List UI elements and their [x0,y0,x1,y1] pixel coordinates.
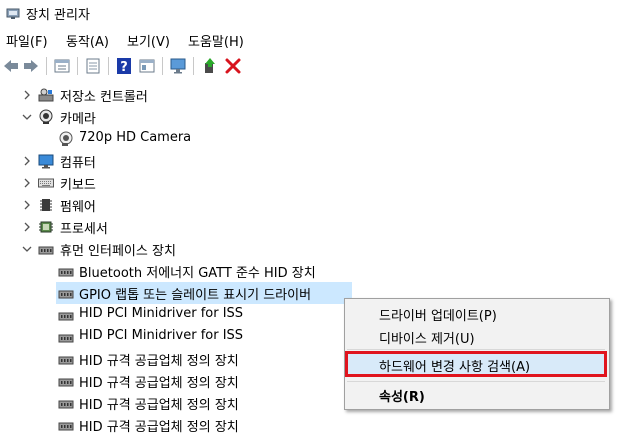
tree-item-label: HID 규격 공급업체 정의 장치 [79,398,239,413]
menu-action[interactable]: 동작(A) [64,31,111,50]
uninstall-icon[interactable] [224,57,242,75]
keyboard-icon [38,178,54,188]
tree-item-label: 프로세서 [60,222,108,237]
back-icon[interactable] [2,57,20,75]
title-bar: 장치 관리자 [0,0,638,26]
webcam-icon [39,109,53,124]
tree-item-computer[interactable]: 컴퓨터 [0,150,638,172]
hid-device-icon [58,378,74,387]
hid-device-icon [58,312,74,321]
toolbar-separator [46,57,47,75]
chevron-down-icon[interactable] [22,112,32,122]
tree-item-label: HID 규격 공급업체 정의 장치 [79,354,239,369]
menu-separator [347,349,605,350]
menu-separator [347,381,605,382]
toolbar-separator [193,57,194,75]
tree-item-firmware[interactable]: 펌웨어 [0,194,638,216]
tree-item-storage-controllers[interactable]: 저장소 컨트롤러 [0,84,638,106]
webcam-icon [59,131,73,146]
chevron-right-icon[interactable] [22,156,32,166]
tree-item-label: 컴퓨터 [60,156,96,171]
tree-item-label: 저장소 컨트롤러 [60,90,148,105]
tree-item-hd-camera[interactable]: 720p HD Camera [0,128,638,150]
menu-file[interactable]: 파일(F) [4,31,50,50]
hid-device-icon [58,334,74,343]
update-driver-icon[interactable] [201,57,219,75]
hid-device-icon [58,422,74,431]
menu-item-uninstall-device[interactable]: 디바이스 제거(U) [379,328,475,347]
menu-view[interactable]: 보기(V) [125,31,172,50]
view-icon[interactable] [138,57,156,75]
tree-item-hid-device[interactable]: Bluetooth 저에너지 GATT 준수 HID 장치 [0,260,638,282]
menu-item-update-driver[interactable]: 드라이버 업데이트(P) [379,305,497,324]
tree-item-processors[interactable]: 프로세서 [0,216,638,238]
context-menu: 드라이버 업데이트(P) 디바이스 제거(U) 하드웨어 변경 사항 검색(A)… [344,298,610,410]
tree-item-label: 펌웨어 [60,200,96,215]
processor-icon [39,221,53,233]
toolbar-separator [162,57,163,75]
tree-item-label: 키보드 [60,178,96,193]
chevron-down-icon[interactable] [22,244,32,254]
toolbar-separator [77,57,78,75]
properties-view-icon[interactable] [53,57,71,75]
hid-device-icon [58,356,74,365]
help-icon[interactable]: ? [115,57,133,75]
toolbar: ? [0,53,638,79]
svg-text:?: ? [120,60,128,75]
menu-bar: 파일(F) 동작(A) 보기(V) 도움말(H) [0,29,638,51]
chevron-right-icon[interactable] [22,178,32,188]
monitor-icon [38,154,54,169]
chevron-right-icon[interactable] [22,200,32,210]
tree-item-label: GPIO 랩톱 또는 슬레이트 표시기 드라이버 [79,288,312,303]
forward-icon[interactable] [22,57,40,75]
tree-item-label: 카메라 [60,112,96,127]
tree-item-hid[interactable]: 휴먼 인터페이스 장치 [0,238,638,260]
menu-help[interactable]: 도움말(H) [186,31,246,50]
toolbar-separator [108,57,109,75]
tree-item-cameras[interactable]: 카메라 [0,106,638,128]
device-manager-icon [6,8,20,19]
show-hide-icon[interactable] [84,57,102,75]
storage-controller-icon [38,88,54,102]
tree-item-hid-device[interactable]: HID 규격 공급업체 정의 장치 [0,414,638,436]
tree-item-keyboards[interactable]: 키보드 [0,172,638,194]
chevron-right-icon[interactable] [22,222,32,232]
hid-device-icon [58,290,74,299]
hid-device-icon [58,400,74,409]
menu-item-scan-hardware-changes[interactable]: 하드웨어 변경 사항 검색(A) [379,356,530,375]
hid-device-icon [38,246,54,255]
tree-item-label: HID 규격 공급업체 정의 장치 [79,376,239,391]
tree-item-label: HID PCI Minidriver for ISS [79,328,244,343]
tree-item-label: 720p HD Camera [79,130,192,145]
window-title: 장치 관리자 [26,8,90,23]
tree-item-label: Bluetooth 저에너지 GATT 준수 HID 장치 [79,266,316,281]
chevron-right-icon[interactable] [22,90,32,100]
firmware-chip-icon [40,199,52,211]
tree-item-label: 휴먼 인터페이스 장치 [60,244,176,259]
tree-item-label: HID 규격 공급업체 정의 장치 [79,420,239,435]
monitor-icon[interactable] [169,57,187,75]
menu-item-properties[interactable]: 속성(R) [379,386,425,405]
hid-device-icon [58,268,74,277]
tree-item-label: HID PCI Minidriver for ISS [79,306,244,321]
